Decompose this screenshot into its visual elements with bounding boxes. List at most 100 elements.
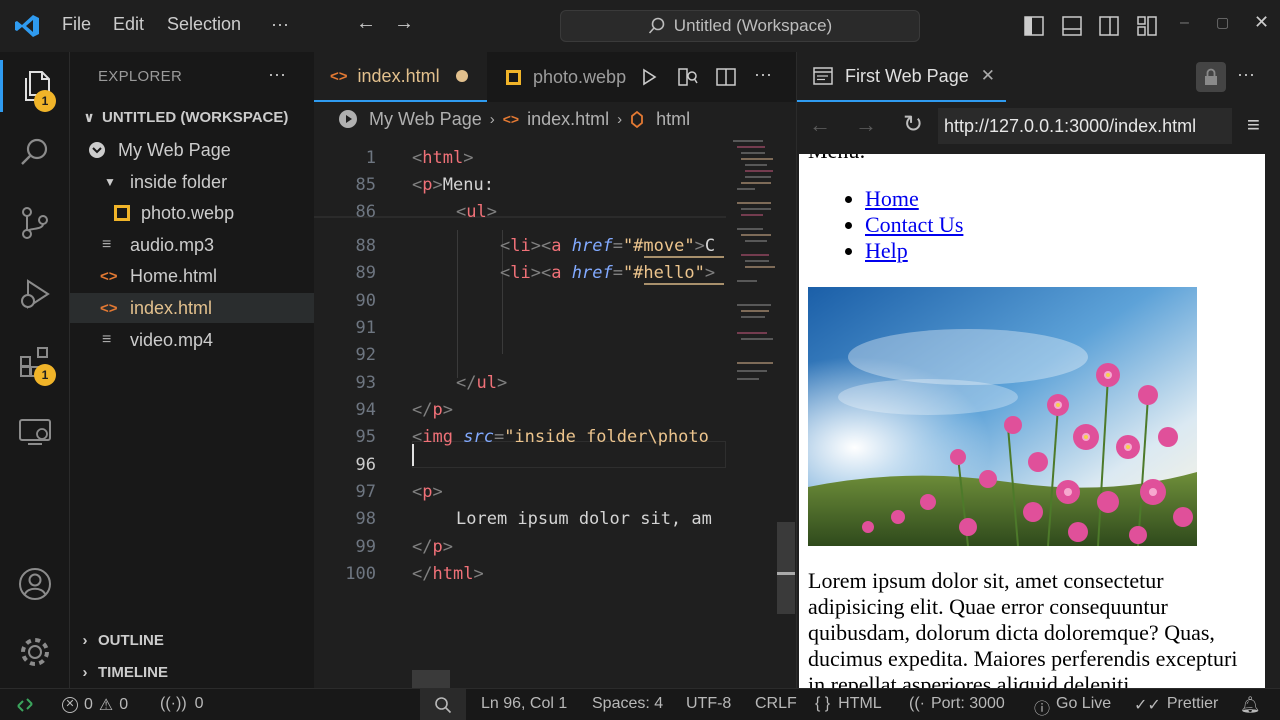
line-number: 97 — [355, 482, 376, 502]
zoom-button[interactable] — [420, 689, 466, 720]
source-control-icon — [22, 207, 48, 239]
problems-indicator[interactable]: ✕ 0 ⚠ 0 — [62, 695, 128, 715]
code-line[interactable]: <html> — [412, 148, 727, 168]
breadcrumb-item-0[interactable]: My Web Page — [369, 109, 482, 130]
notifications-bell-icon[interactable]: 🔔︎ — [1240, 695, 1260, 715]
ports-indicator[interactable]: ((·)) 0 — [160, 695, 204, 713]
editor-more-button[interactable]: ··· — [754, 64, 772, 85]
browser-more-button[interactable]: ··· — [1237, 64, 1255, 85]
menu-selection[interactable]: Selection — [167, 14, 241, 35]
menu-edit[interactable]: Edit — [113, 14, 144, 35]
language-mode[interactable]: { } HTML — [815, 695, 882, 713]
folder-my-web-page[interactable]: My Web Page — [70, 135, 314, 165]
explorer-more-button[interactable]: ··· — [268, 64, 286, 85]
timeline-section[interactable]: › TIMELINE — [70, 657, 314, 687]
image-file-icon — [114, 205, 130, 221]
toggle-secondary-sidebar-icon[interactable] — [1099, 16, 1119, 36]
breadcrumb: My Web Page › <> index.html › html — [314, 102, 796, 136]
outline-section[interactable]: › OUTLINE — [70, 625, 314, 655]
remote-indicator-icon[interactable] — [16, 697, 34, 713]
indentation[interactable]: Spaces: 4 — [592, 695, 663, 713]
close-tab-icon[interactable]: ✕ — [981, 66, 995, 86]
customize-layout-icon[interactable] — [1137, 16, 1157, 36]
menu-file[interactable]: File — [62, 14, 91, 35]
breadcrumb-separator: › — [489, 110, 495, 128]
encoding[interactable]: UTF-8 — [686, 695, 731, 713]
prettier-status[interactable]: ✓✓ Prettier — [1134, 695, 1218, 715]
code-line[interactable]: <img src="inside folder\photo — [412, 427, 727, 447]
manage-activity[interactable] — [0, 624, 70, 680]
tab-first-web-page[interactable]: First Web Page ✕ — [797, 52, 1006, 102]
live-server-port[interactable]: ((· Port: 3000 — [909, 695, 1005, 713]
unsaved-dot-icon[interactable] — [455, 70, 468, 82]
command-center-search[interactable]: Untitled (Workspace) — [560, 10, 920, 42]
split-editor-icon[interactable] — [716, 67, 736, 87]
folder-inside-folder[interactable]: ▼ inside folder — [70, 167, 314, 197]
line-number: 94 — [355, 400, 376, 420]
back-arrow-icon[interactable]: ← — [356, 12, 376, 35]
code-line[interactable]: </p> — [412, 537, 727, 557]
code-line[interactable]: </html> — [412, 564, 727, 584]
lock-button[interactable] — [1196, 62, 1226, 92]
explorer-activity[interactable]: 1 — [0, 58, 70, 114]
code-line[interactable]: <p> — [412, 482, 727, 502]
close-window-icon[interactable]: ✕ — [1254, 12, 1269, 33]
editor-tabs: <> index.html photo.webp ··· — [314, 52, 796, 102]
source-control-activity[interactable] — [0, 195, 70, 251]
code-line[interactable]: </ul> — [412, 373, 727, 393]
code-line[interactable]: Lorem ipsum dolor sit, am — [412, 509, 727, 529]
file-video-mp4[interactable]: ≡ video.mp4 — [70, 325, 314, 355]
minimap[interactable] — [729, 132, 777, 402]
horizontal-scrollbar-thumb[interactable] — [412, 670, 450, 688]
maximize-icon[interactable]: ▢ — [1216, 14, 1229, 31]
code-line[interactable]: <li><a href="#move">C — [412, 236, 727, 256]
file-photo-webp[interactable]: photo.webp — [70, 198, 314, 228]
file-audio-mp3[interactable]: ≡ audio.mp3 — [70, 230, 314, 260]
image-file-icon — [506, 69, 521, 85]
forward-arrow-icon[interactable]: → — [394, 12, 414, 35]
url-text: http://127.0.0.1:3000/index.html — [944, 115, 1197, 136]
prettier-label: Prettier — [1166, 695, 1219, 712]
remote-explorer-activity[interactable] — [0, 404, 70, 460]
search-activity[interactable] — [0, 124, 70, 180]
tab-index-html[interactable]: <> index.html — [314, 52, 487, 102]
url-bar[interactable]: http://127.0.0.1:3000/index.html — [938, 108, 1232, 144]
end-of-line[interactable]: CRLF — [755, 695, 797, 713]
page-link-contact-us[interactable]: Contact Us — [865, 212, 963, 237]
cursor-position[interactable]: Ln 96, Col 1 — [481, 695, 567, 713]
broadcast-icon: ((·)) — [160, 695, 187, 712]
browser-forward-icon[interactable]: → — [855, 112, 877, 138]
search-label: Untitled (Workspace) — [673, 16, 833, 35]
browser-reload-icon[interactable]: ↻ — [903, 110, 923, 139]
activity-bar: 1 1 — [0, 52, 70, 688]
menu-more[interactable]: ··· — [271, 14, 289, 35]
code-line[interactable]: <ul> — [412, 202, 727, 222]
code-line[interactable]: <p>Menu: — [412, 175, 727, 195]
code-line[interactable]: <li><a href="#hello"> — [412, 263, 727, 283]
browser-menu-icon[interactable]: ≡ — [1247, 112, 1260, 138]
workspace-header[interactable]: ∨ UNTITLED (WORKSPACE) — [70, 102, 314, 132]
toggle-primary-sidebar-icon[interactable] — [1024, 16, 1044, 36]
line-number: 100 — [345, 564, 376, 584]
browser-back-icon[interactable]: ← — [809, 112, 831, 138]
breadcrumb-item-2[interactable]: html — [656, 109, 690, 130]
run-icon[interactable] — [640, 68, 658, 86]
tree-item-label: inside folder — [130, 171, 228, 192]
page-link-help[interactable]: Help — [865, 238, 908, 263]
tab-photo-webp[interactable]: photo.webp — [488, 52, 630, 102]
file-index-html[interactable]: <> index.html — [70, 293, 314, 323]
toggle-panel-icon[interactable] — [1062, 16, 1082, 36]
accounts-activity[interactable] — [0, 556, 70, 612]
minimize-icon[interactable]: – — [1180, 14, 1189, 32]
page-link-home[interactable]: Home — [865, 186, 919, 211]
file-home-html[interactable]: <> Home.html — [70, 261, 314, 291]
flower-photo — [808, 287, 1197, 546]
breadcrumb-item-1[interactable]: index.html — [527, 109, 609, 130]
go-live-button[interactable]: ⓘ Go Live — [1034, 695, 1111, 719]
extensions-activity[interactable]: 1 — [0, 334, 70, 390]
code-line[interactable]: </p> — [412, 400, 727, 420]
editor-scrollbar-thumb[interactable] — [777, 522, 795, 614]
ports-count: 0 — [194, 695, 204, 712]
open-preview-icon[interactable] — [678, 67, 698, 87]
run-debug-activity[interactable] — [0, 266, 70, 322]
